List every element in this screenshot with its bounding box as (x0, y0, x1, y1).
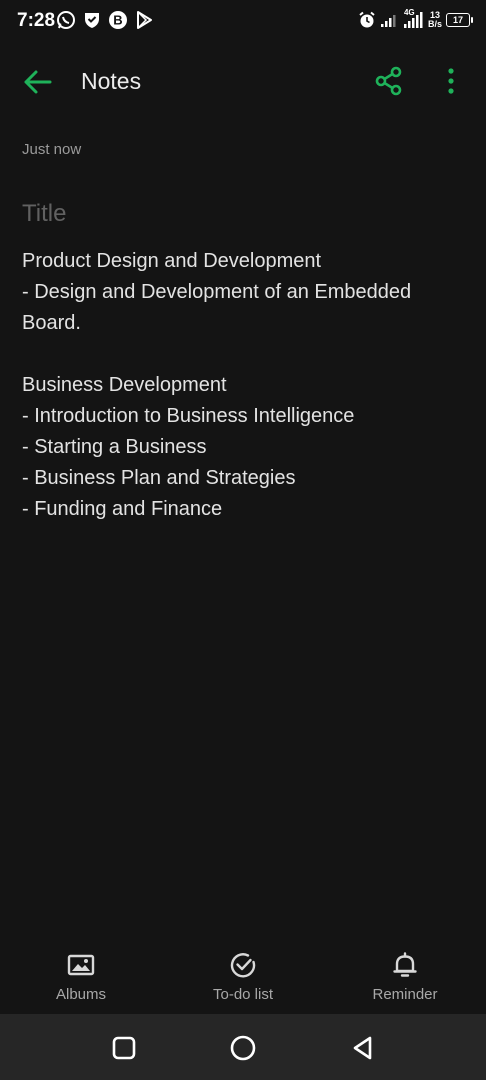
battery-level: 17 (452, 15, 463, 25)
albums-button[interactable]: Albums (0, 942, 162, 1014)
back-triangle-icon (353, 1036, 372, 1060)
home-circle-icon (230, 1035, 256, 1061)
more-options-button[interactable] (436, 64, 466, 98)
bottom-toolbar: Albums To-do list Reminder (0, 942, 486, 1014)
status-time: 7:28 (17, 10, 56, 31)
todo-list-button[interactable]: To-do list (162, 942, 324, 1014)
signal-4g-icon: 4G (402, 8, 424, 31)
note-body-line: - Funding and Finance (22, 498, 223, 520)
svg-text:B: B (113, 13, 122, 28)
note-body-line: - Business Plan and Strategies (22, 467, 296, 489)
system-navigation-bar (0, 1014, 486, 1080)
network-speed: 13 B/s (428, 11, 442, 29)
more-vertical-icon (448, 68, 454, 94)
checkmark-circle-icon (230, 953, 256, 978)
app-bar: Notes (0, 52, 486, 112)
status-system-icons: 4G 13 B/s 17 (358, 8, 473, 31)
bell-icon (393, 952, 417, 977)
battery-icon: 17 (446, 13, 473, 27)
note-body-line: Board. (22, 312, 81, 334)
b-app-icon: B (109, 11, 127, 29)
status-bar: 7:28 B 4G 13 B/s 17 (0, 0, 486, 44)
recents-button[interactable] (110, 1034, 138, 1062)
note-body-line: Business Development (22, 374, 227, 396)
note-body-line (22, 339, 462, 370)
note-body-line: Product Design and Development (22, 250, 322, 272)
arrow-left-icon (24, 70, 52, 94)
alarm-icon (359, 11, 375, 28)
share-icon (375, 66, 402, 96)
system-back-button[interactable] (349, 1034, 377, 1062)
todo-list-label: To-do list (212, 986, 274, 1003)
network-speed-unit: B/s (427, 19, 442, 29)
signal-icon (380, 15, 396, 27)
reminder-label: Reminder (372, 986, 438, 1003)
play-store-icon (137, 11, 152, 29)
note-body-editor[interactable]: Product Design and Development - Design a… (22, 246, 462, 525)
recents-square-icon (112, 1036, 136, 1060)
note-body-line: - Starting a Business (22, 436, 207, 458)
note-body-line: - Design and Development of an Embedded (22, 281, 412, 303)
share-button[interactable] (372, 64, 406, 98)
albums-label: Albums (55, 986, 107, 1003)
home-button[interactable] (229, 1034, 257, 1062)
shield-icon (85, 13, 99, 28)
status-notification-icons: B (56, 10, 154, 30)
reminder-button[interactable]: Reminder (324, 942, 486, 1014)
page-title: Notes (81, 68, 142, 94)
note-body-line: - Introduction to Business Intelligence (22, 405, 355, 427)
image-icon (67, 954, 95, 976)
back-button[interactable] (20, 64, 56, 100)
note-timestamp: Just now (22, 141, 82, 158)
note-title-input[interactable] (22, 200, 462, 228)
whatsapp-icon (57, 11, 75, 29)
